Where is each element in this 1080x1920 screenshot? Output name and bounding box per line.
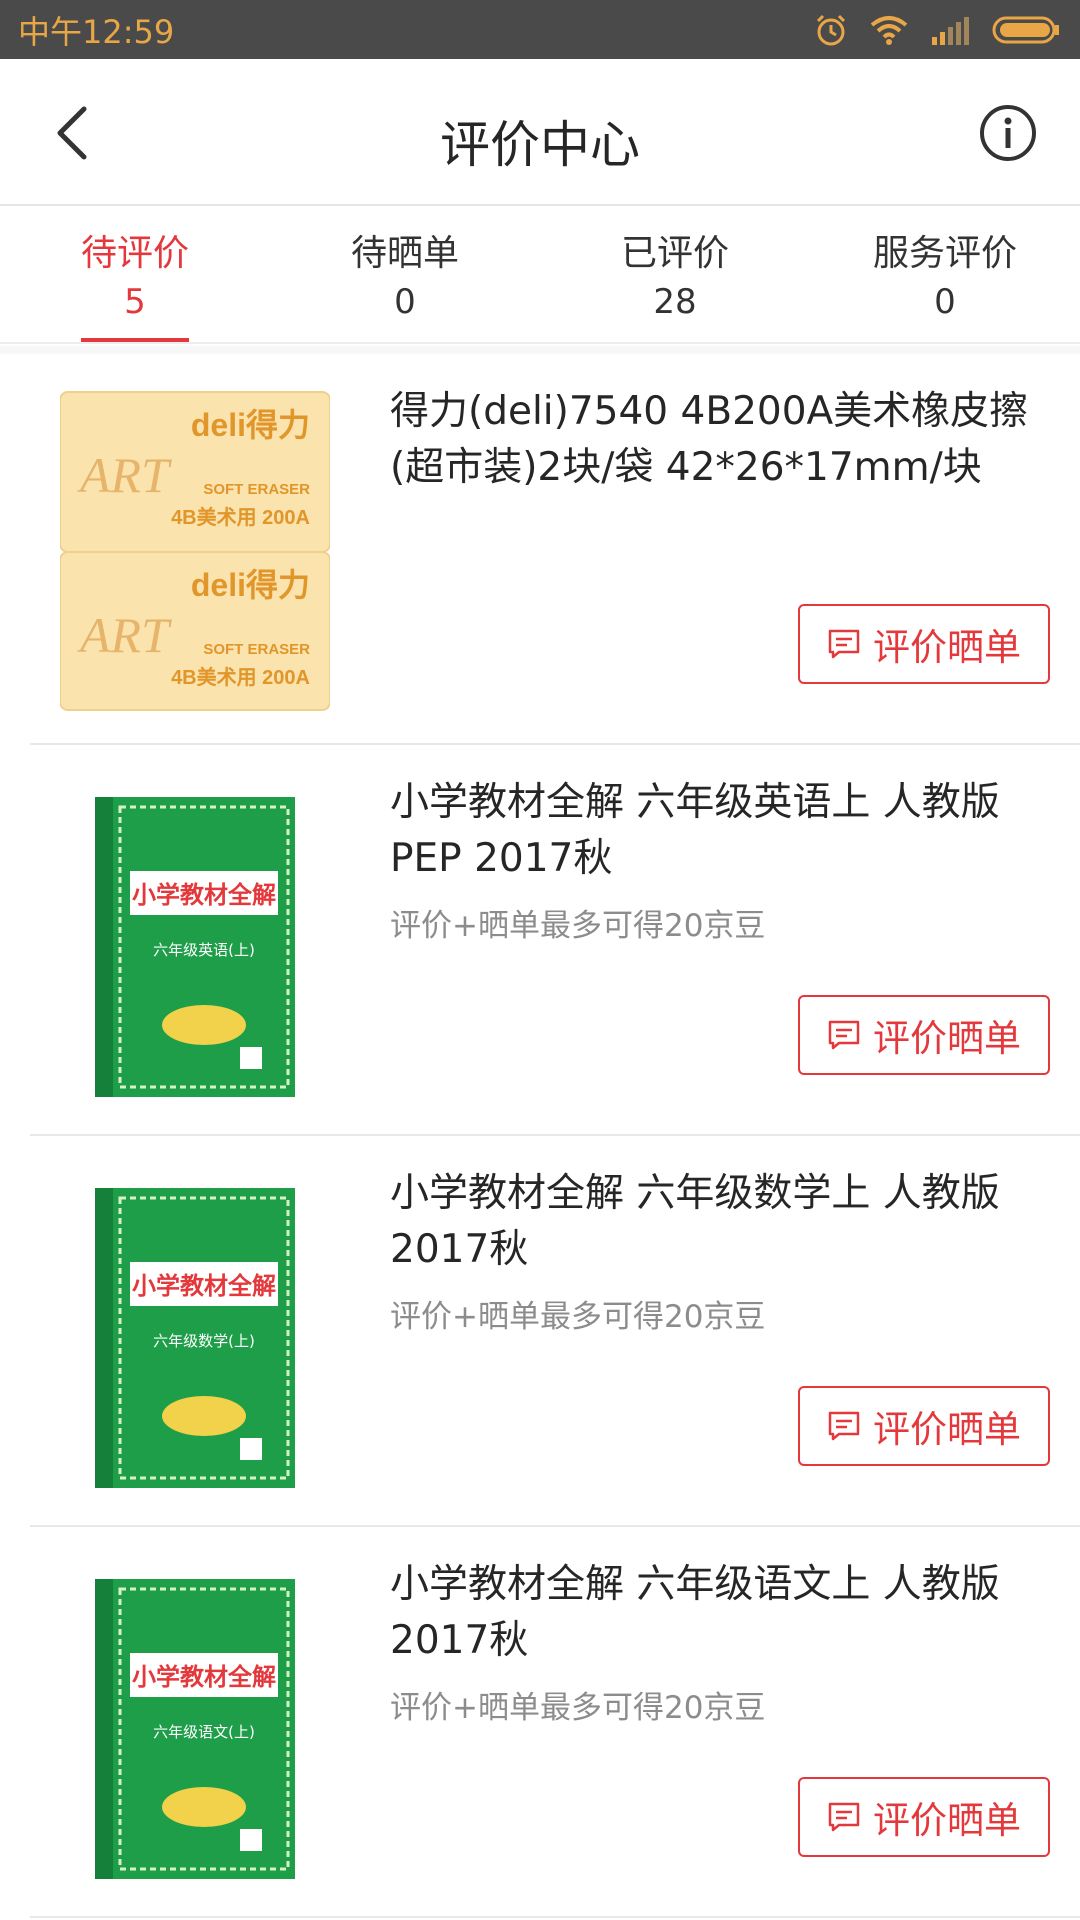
thumb-book-title: 小学教材全解 (132, 1272, 276, 1300)
status-time: 中午12:59 (18, 12, 175, 51)
list-item: 小学教材全解 六年级英语(上) 小学教材全解 六年级英语上 人教版 PEP 20… (0, 745, 1080, 1136)
thumb-grade: 六年级数学(上) (153, 1332, 255, 1350)
product-title-line: PEP 2017秋 (390, 836, 613, 881)
review-button-label: 评价晒单 (873, 1799, 1021, 1842)
alarm-icon (816, 14, 846, 45)
product-title-line: 2017秋 (390, 1618, 529, 1663)
comment-icon (828, 629, 860, 659)
review-button-label: 评价晒单 (873, 626, 1021, 669)
product-title-line: 得力(deli)7540 4B200A美术橡皮擦 (390, 389, 1029, 434)
thumb-grade: 六年级语文(上) (153, 1723, 255, 1741)
tab-service-review[interactable]: 服务评价 0 (810, 208, 1080, 342)
product-title[interactable]: 小学教材全解 六年级英语上 人教版 PEP 2017秋 (390, 775, 1050, 887)
review-button-label: 评价晒单 (873, 1408, 1021, 1451)
thumb-grade: 六年级英语(上) (153, 941, 255, 959)
tab-bar: 待评价 5 待晒单 0 已评价 28 服务评价 0 (0, 208, 1080, 344)
section-gap (0, 346, 1080, 354)
product-title-line: 2017秋 (390, 1227, 529, 1272)
product-thumbnail[interactable]: 小学教材全解 六年级英语(上) (60, 775, 330, 1105)
thumb-spec: 4B美术用 200A (171, 505, 310, 529)
info-button[interactable] (978, 103, 1038, 163)
page-title: 评价中心 (440, 116, 640, 174)
reward-hint: 评价+晒单最多可得20京豆 (390, 1299, 766, 1335)
list-item: 小学教材全解 六年级语文(上) 小学教材全解 六年级语文上 人教版 2017秋 … (0, 1527, 1080, 1918)
status-icons (814, 13, 1062, 47)
tab-count: 0 (394, 282, 416, 322)
thumb-book-title: 小学教材全解 (132, 1663, 276, 1691)
review-showcase-button[interactable]: 评价晒单 (798, 604, 1050, 684)
thumb-script: ART (77, 447, 172, 503)
divider (30, 1916, 1080, 1918)
product-thumbnail[interactable]: 小学教材全解 六年级语文(上) (60, 1557, 330, 1887)
thumb-brand: deli得力 (191, 407, 310, 443)
review-showcase-button[interactable]: 评价晒单 (798, 1777, 1050, 1857)
comment-icon (828, 1411, 860, 1441)
tab-label: 待晒单 (350, 233, 459, 274)
product-thumbnail[interactable]: 小学教材全解 六年级数学(上) (60, 1166, 330, 1496)
signal-icon (932, 16, 969, 45)
thumb-book-title: 小学教材全解 (132, 881, 276, 909)
thumb-spec: 4B美术用 200A (171, 665, 310, 689)
product-title-line: 小学教材全解 六年级语文上 人教版 (390, 1562, 1000, 1607)
tab-reviewed[interactable]: 已评价 28 (540, 208, 810, 342)
list-item: deli得力 ART SOFT ERASER 4B美术用 200A deli得力… (0, 354, 1080, 745)
thumb-sub: SOFT ERASER (203, 481, 310, 498)
tab-pending-review[interactable]: 待评价 5 (0, 208, 270, 342)
review-button-label: 评价晒单 (873, 1017, 1021, 1060)
tab-count: 28 (653, 282, 697, 322)
status-bar: 中午12:59 (0, 0, 1080, 59)
product-title-line: 小学教材全解 六年级数学上 人教版 (390, 1171, 1000, 1216)
product-title-line: (超市装)2块/袋 42*26*17mm/块 (390, 445, 982, 490)
product-title[interactable]: 得力(deli)7540 4B200A美术橡皮擦 (超市装)2块/袋 42*26… (390, 384, 1050, 496)
product-title[interactable]: 小学教材全解 六年级数学上 人教版 2017秋 (390, 1166, 1050, 1278)
info-icon (980, 105, 1036, 161)
header: 评价中心 (0, 59, 1080, 206)
review-showcase-button[interactable]: 评价晒单 (798, 995, 1050, 1075)
comment-icon (828, 1802, 860, 1832)
reward-hint: 评价+晒单最多可得20京豆 (390, 1690, 766, 1726)
product-list: deli得力 ART SOFT ERASER 4B美术用 200A deli得力… (0, 354, 1080, 1918)
battery-icon (992, 16, 1059, 43)
tab-label: 服务评价 (872, 233, 1017, 274)
tab-label: 已评价 (620, 233, 729, 274)
product-title[interactable]: 小学教材全解 六年级语文上 人教版 2017秋 (390, 1557, 1050, 1669)
reward-hint: 评价+晒单最多可得20京豆 (390, 908, 766, 944)
tab-count: 0 (934, 282, 956, 322)
product-title-line: 小学教材全解 六年级英语上 人教版 (390, 780, 1000, 825)
review-showcase-button[interactable]: 评价晒单 (798, 1386, 1050, 1466)
tab-count: 5 (124, 282, 146, 322)
product-thumbnail[interactable]: deli得力 ART SOFT ERASER 4B美术用 200A deli得力… (60, 384, 330, 714)
tab-pending-showcase[interactable]: 待晒单 0 (270, 208, 540, 342)
thumb-sub: SOFT ERASER (203, 641, 310, 658)
thumb-brand: deli得力 (191, 567, 310, 603)
thumb-script: ART (77, 607, 172, 663)
comment-icon (828, 1020, 860, 1050)
list-item: 小学教材全解 六年级数学(上) 小学教材全解 六年级数学上 人教版 2017秋 … (0, 1136, 1080, 1527)
tab-label: 待评价 (80, 233, 189, 274)
wifi-icon (870, 15, 908, 45)
active-tab-indicator (81, 338, 189, 342)
